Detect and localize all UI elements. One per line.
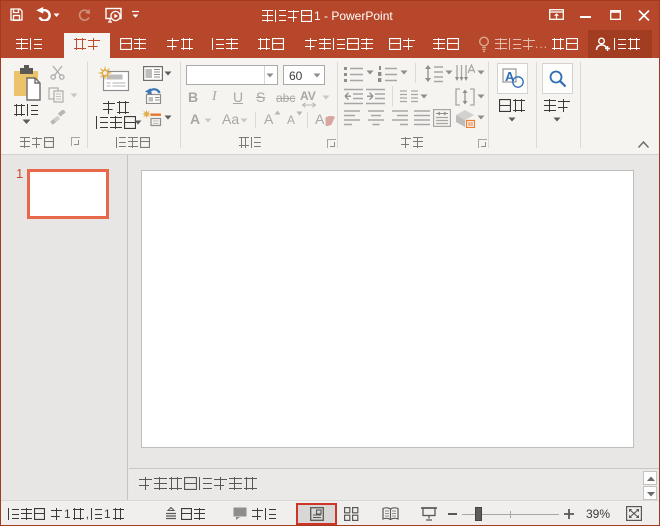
svg-text:A: A [505, 69, 515, 84]
